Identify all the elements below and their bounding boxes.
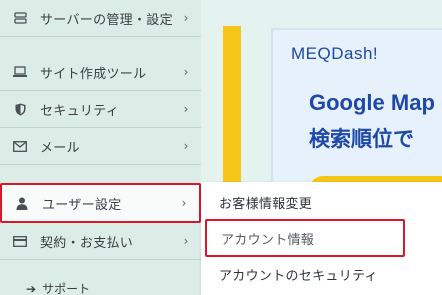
submenu-item-customer-info[interactable]: お客様情報変更 [201,184,442,221]
mail-icon [13,139,27,153]
arrow-right-icon: ➔ [26,281,37,295]
user-settings-submenu: お客様情報変更 アカウント情報 アカウントのセキュリティ [201,182,442,295]
sidebar-item-contract-payment[interactable]: 契約・お支払い › [0,223,201,260]
sidebar-item-support[interactable]: ➔ サポート [26,280,90,295]
sidebar-item-label: サーバーの管理・設定 [40,12,173,28]
decorative-bar [223,26,241,196]
submenu-item-account-security[interactable]: アカウントのセキュリティ [201,256,442,293]
sidebar-item-label: 契約・お支払い [40,235,134,251]
sidebar-item-server-settings[interactable]: サーバーの管理・設定 › [0,0,201,37]
laptop-icon [13,65,27,79]
sidebar-item-security[interactable]: セキュリティ › [0,91,201,128]
chevron-right-icon: › [183,102,189,116]
sidebar-item-label: メール [40,140,80,156]
banner-title: Google Map [309,90,435,115]
server-icon [13,11,27,25]
banner-subtitle: 検索順位で [309,128,414,151]
support-label: サポート [42,282,91,295]
banner-logo: MEQDash! [291,44,379,63]
credit-card-icon [13,234,27,248]
sidebar-item-label: セキュリティ [40,103,120,119]
chevron-right-icon: › [183,11,189,25]
sidebar-item-label: ユーザー設定 [42,197,122,213]
chevron-right-icon: › [183,65,189,79]
sidebar-item-user-settings[interactable]: ユーザー設定 › [0,183,201,223]
chevron-right-icon: › [183,139,189,153]
chevron-right-icon: › [181,196,187,210]
shield-icon [13,102,27,116]
chevron-right-icon: › [183,234,189,248]
sidebar-item-mail[interactable]: メール › [0,128,201,165]
sidebar-item-site-tools[interactable]: サイト作成ツール › [0,54,201,91]
submenu-item-account-info[interactable]: アカウント情報 [205,219,405,257]
sidebar-item-label: サイト作成ツール [40,66,147,82]
sidebar: サーバーの管理・設定 › サイト作成ツール › セキュリティ › メール › ユ… [0,0,201,295]
user-icon [15,196,29,210]
